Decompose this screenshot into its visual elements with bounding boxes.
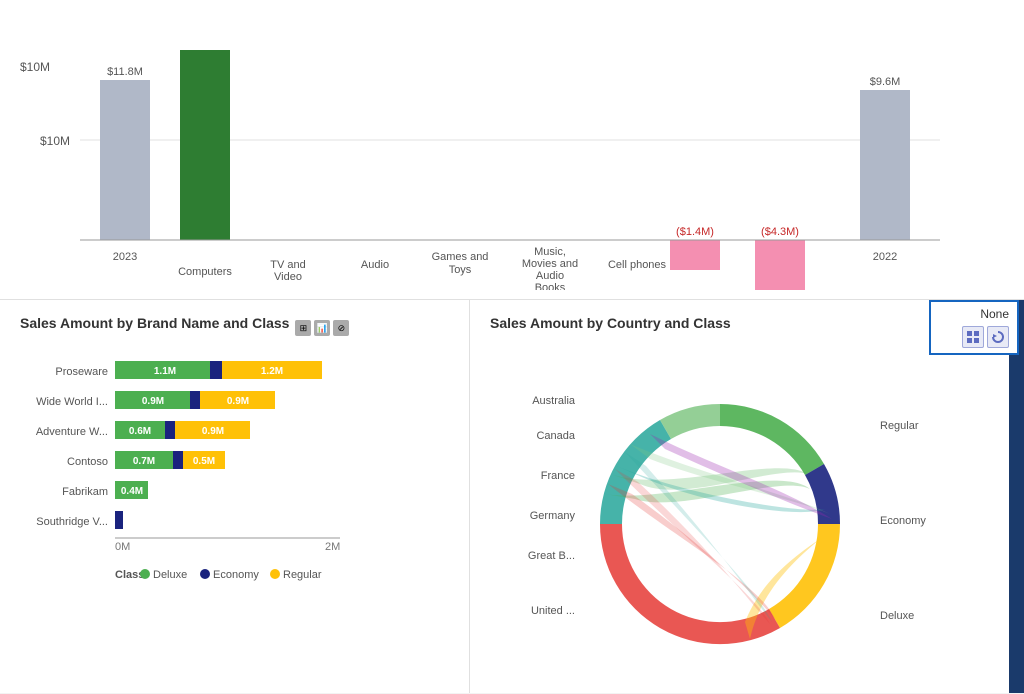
top-bar-chart: $10M $11.8M ($1.4M) ($4.3M) (40, 10, 1000, 290)
svg-text:0.9M: 0.9M (142, 396, 164, 407)
right-panel-title: Sales Amount by Country and Class (490, 315, 731, 331)
svg-text:($1.4M): ($1.4M) (676, 226, 714, 238)
bottom-section: Sales Amount by Brand Name and Class ⊞ 📊… (0, 300, 1024, 693)
left-panel: Sales Amount by Brand Name and Class ⊞ 📊… (0, 300, 470, 693)
svg-text:($4.3M): ($4.3M) (761, 226, 799, 238)
svg-text:Great B...: Great B... (528, 550, 575, 562)
svg-text:0.5M: 0.5M (193, 456, 215, 467)
tooltip-none-label: None (939, 307, 1009, 321)
svg-text:Canada: Canada (536, 430, 575, 442)
tooltip-popup: None (929, 300, 1019, 355)
svg-text:$9.6M: $9.6M (870, 76, 901, 88)
svg-text:Audio: Audio (536, 270, 564, 282)
svg-text:Toys: Toys (449, 264, 472, 276)
svg-text:Regular: Regular (880, 420, 919, 432)
filter-icon[interactable]: ⊘ (333, 320, 349, 336)
chart-icon[interactable]: 📊 (314, 320, 330, 336)
svg-text:0.7M: 0.7M (133, 456, 155, 467)
bar-2022 (860, 90, 910, 240)
svg-text:Australia: Australia (532, 395, 576, 407)
svg-text:0.6M: 0.6M (129, 426, 151, 437)
svg-text:Video: Video (274, 271, 302, 283)
svg-text:0.9M: 0.9M (227, 396, 249, 407)
bar-cameras (670, 240, 720, 270)
svg-text:Economy: Economy (880, 515, 926, 527)
main-container: $10M $10M $11.8M ($1.4 (0, 0, 1024, 693)
svg-text:0.9M: 0.9M (202, 426, 224, 437)
svg-text:1.1M: 1.1M (154, 366, 176, 377)
horizontal-bar-chart: Proseware 1.1M 1.2M Wide World I... 0.9M… (20, 353, 440, 598)
svg-text:Books: Books (535, 282, 566, 290)
svg-text:2M: 2M (325, 541, 340, 553)
bar-2023 (100, 80, 150, 240)
bar-computers (180, 50, 230, 240)
svg-text:Audio: Audio (361, 259, 389, 271)
svg-text:Wide World I...: Wide World I... (36, 396, 108, 408)
bar-home-appliances (755, 240, 805, 290)
svg-text:Regular: Regular (283, 569, 322, 581)
svg-text:France: France (541, 470, 575, 482)
svg-text:Deluxe: Deluxe (153, 569, 187, 581)
svg-text:Germany: Germany (530, 510, 576, 522)
svg-text:Music,: Music, (534, 246, 566, 258)
svg-text:Movies and: Movies and (522, 258, 578, 270)
tooltip-table-icon[interactable] (962, 326, 984, 348)
svg-text:1.2M: 1.2M (261, 366, 283, 377)
svg-text:Fabrikam: Fabrikam (62, 486, 108, 498)
table-icon[interactable]: ⊞ (295, 320, 311, 336)
svg-text:Class: Class (115, 569, 144, 581)
svg-text:Games and: Games and (432, 251, 489, 263)
svg-text:United ...: United ... (531, 605, 575, 617)
svg-text:0.4M: 0.4M (121, 486, 143, 497)
svg-text:TV and: TV and (270, 259, 305, 271)
top-chart: $10M $10M $11.8M ($1.4 (0, 0, 1024, 300)
svg-text:Adventure W...: Adventure W... (36, 426, 108, 438)
svg-text:Proseware: Proseware (55, 366, 108, 378)
svg-text:2023: 2023 (113, 251, 137, 263)
svg-text:$10M: $10M (40, 134, 70, 148)
right-panel: Sales Amount by Country and Class Austra… (470, 300, 1009, 693)
sidebar-right (1009, 300, 1024, 693)
svg-text:Computers: Computers (178, 266, 232, 278)
svg-text:Deluxe: Deluxe (880, 610, 914, 622)
svg-text:$11.8M: $11.8M (107, 66, 143, 78)
chord-diagram: Australia Canada France Germany Great B.… (490, 349, 970, 689)
svg-text:Cell phones: Cell phones (608, 259, 667, 271)
left-panel-title: Sales Amount by Brand Name and Class (20, 315, 289, 331)
svg-text:0M: 0M (115, 541, 130, 553)
svg-text:2022: 2022 (873, 251, 897, 263)
svg-text:Economy: Economy (213, 569, 259, 581)
svg-text:Southridge V...: Southridge V... (36, 516, 108, 528)
svg-text:Contoso: Contoso (67, 456, 108, 468)
tooltip-refresh-icon[interactable] (987, 326, 1009, 348)
